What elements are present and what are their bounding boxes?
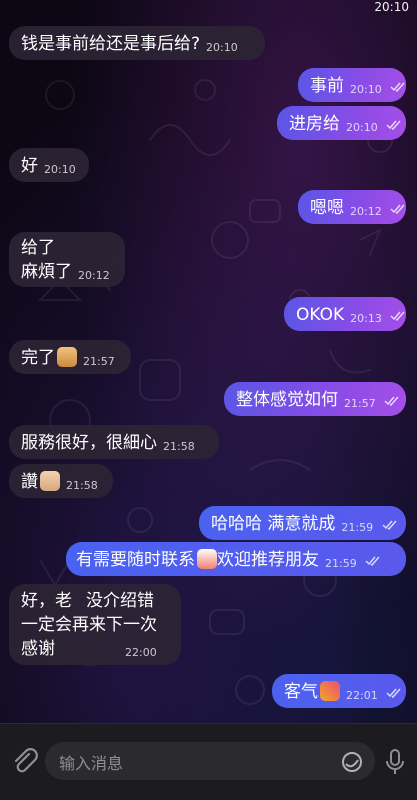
sticker-icon[interactable] xyxy=(340,750,364,774)
message-bubble-incoming[interactable]: 好，老 没介绍错 一定会再来下一次 感谢 22:00 xyxy=(9,584,181,665)
message-text: 客气 xyxy=(284,682,318,702)
party-emoji xyxy=(320,681,340,701)
message-input-placeholder: 输入消息 xyxy=(59,754,124,773)
message-text: OKOK xyxy=(296,305,345,325)
message-time: 20:12 xyxy=(350,205,382,218)
message-time: 20:10 xyxy=(346,121,378,134)
message-bubble-incoming[interactable]: 钱是事前给还是事后给? 20:10 xyxy=(9,26,265,60)
message-time: 20:13 xyxy=(350,312,382,325)
message-time: 20:10 xyxy=(206,41,238,54)
message-text: 事前 xyxy=(310,76,344,96)
message-bubble-outgoing[interactable]: 事前 20:10 xyxy=(298,68,406,102)
emoji-face xyxy=(197,549,217,569)
message-text-line: 麻煩了 20:12 xyxy=(21,260,115,288)
message-text: 钱是事前给还是事后给? xyxy=(21,34,201,54)
message-time: 22:01 xyxy=(346,689,378,702)
paperclip-icon[interactable] xyxy=(9,746,39,776)
message-text: 服務很好，很細心 xyxy=(21,433,157,453)
message-time: 21:58 xyxy=(66,479,98,492)
message-time: 20:10 xyxy=(350,83,382,96)
message-bubble-outgoing[interactable]: 客气 22:01 xyxy=(272,674,406,708)
thumbs-up-emoji xyxy=(40,471,60,491)
message-bubble-outgoing[interactable]: 嗯嗯 20:12 xyxy=(298,190,406,224)
message-bubble-incoming[interactable]: 好 20:10 xyxy=(9,148,89,182)
message-text: 进房给 xyxy=(289,114,340,134)
read-checkmarks-icon xyxy=(390,311,405,321)
message-time: 21:58 xyxy=(163,440,195,453)
message-text-line: 感谢 22:00 xyxy=(21,637,171,665)
microphone-icon[interactable] xyxy=(383,746,407,778)
message-time: 21:59 xyxy=(325,557,357,570)
message-bubble-incoming[interactable]: 讚 21:58 xyxy=(9,464,113,498)
message-bubble-outgoing[interactable]: 整体感觉如何 21:57 xyxy=(224,382,406,416)
message-text: 哈哈哈 满意就成 xyxy=(211,514,336,534)
message-text-line: 一定会再来下一次 xyxy=(21,615,157,635)
message-text-line: 给了 xyxy=(21,238,55,258)
message-bubble-incoming[interactable]: 完了 21:57 xyxy=(9,340,131,374)
read-checkmarks-icon xyxy=(390,204,405,214)
message-text: 嗯嗯 xyxy=(310,198,344,218)
message-bubble-outgoing[interactable]: 进房给 20:10 xyxy=(277,106,406,140)
message-text: 讚 xyxy=(21,472,38,492)
read-checkmarks-icon xyxy=(386,688,401,698)
message-text-line: 好，老 没介绍错 xyxy=(21,591,154,611)
status-bar-time: 20:10 xyxy=(374,0,409,14)
read-checkmarks-icon xyxy=(390,82,405,92)
read-checkmarks-icon xyxy=(384,396,399,406)
message-time: 21:57 xyxy=(344,397,376,410)
read-checkmarks-icon xyxy=(382,520,397,530)
message-text: 欢迎推荐朋友 xyxy=(217,550,319,570)
pray-emoji xyxy=(57,347,77,367)
read-checkmarks-icon xyxy=(386,120,401,130)
message-text: 好 xyxy=(21,156,38,176)
message-bubble-outgoing[interactable]: 哈哈哈 满意就成 21:59 xyxy=(199,506,406,540)
message-time: 22:00 xyxy=(125,646,157,659)
message-time: 21:59 xyxy=(341,521,374,534)
message-bubble-outgoing[interactable]: 有需要随时联系 欢迎推荐朋友 21:59 xyxy=(66,542,406,576)
message-input[interactable]: 输入消息 xyxy=(45,742,375,780)
message-time: 20:12 xyxy=(78,269,110,282)
message-composer: 输入消息 xyxy=(0,723,417,800)
message-text: 整体感觉如何 xyxy=(236,390,338,410)
message-time: 20:10 xyxy=(44,163,76,176)
message-text: 完了 xyxy=(21,348,55,368)
message-bubble-incoming[interactable]: 给了 麻煩了 20:12 xyxy=(9,232,125,287)
message-bubble-outgoing[interactable]: OKOK 20:13 xyxy=(284,297,406,331)
read-checkmarks-icon xyxy=(365,556,380,566)
message-text: 有需要随时联系 xyxy=(76,550,195,570)
message-bubble-incoming[interactable]: 服務很好，很細心 21:58 xyxy=(9,425,219,459)
message-time: 21:57 xyxy=(83,355,115,368)
